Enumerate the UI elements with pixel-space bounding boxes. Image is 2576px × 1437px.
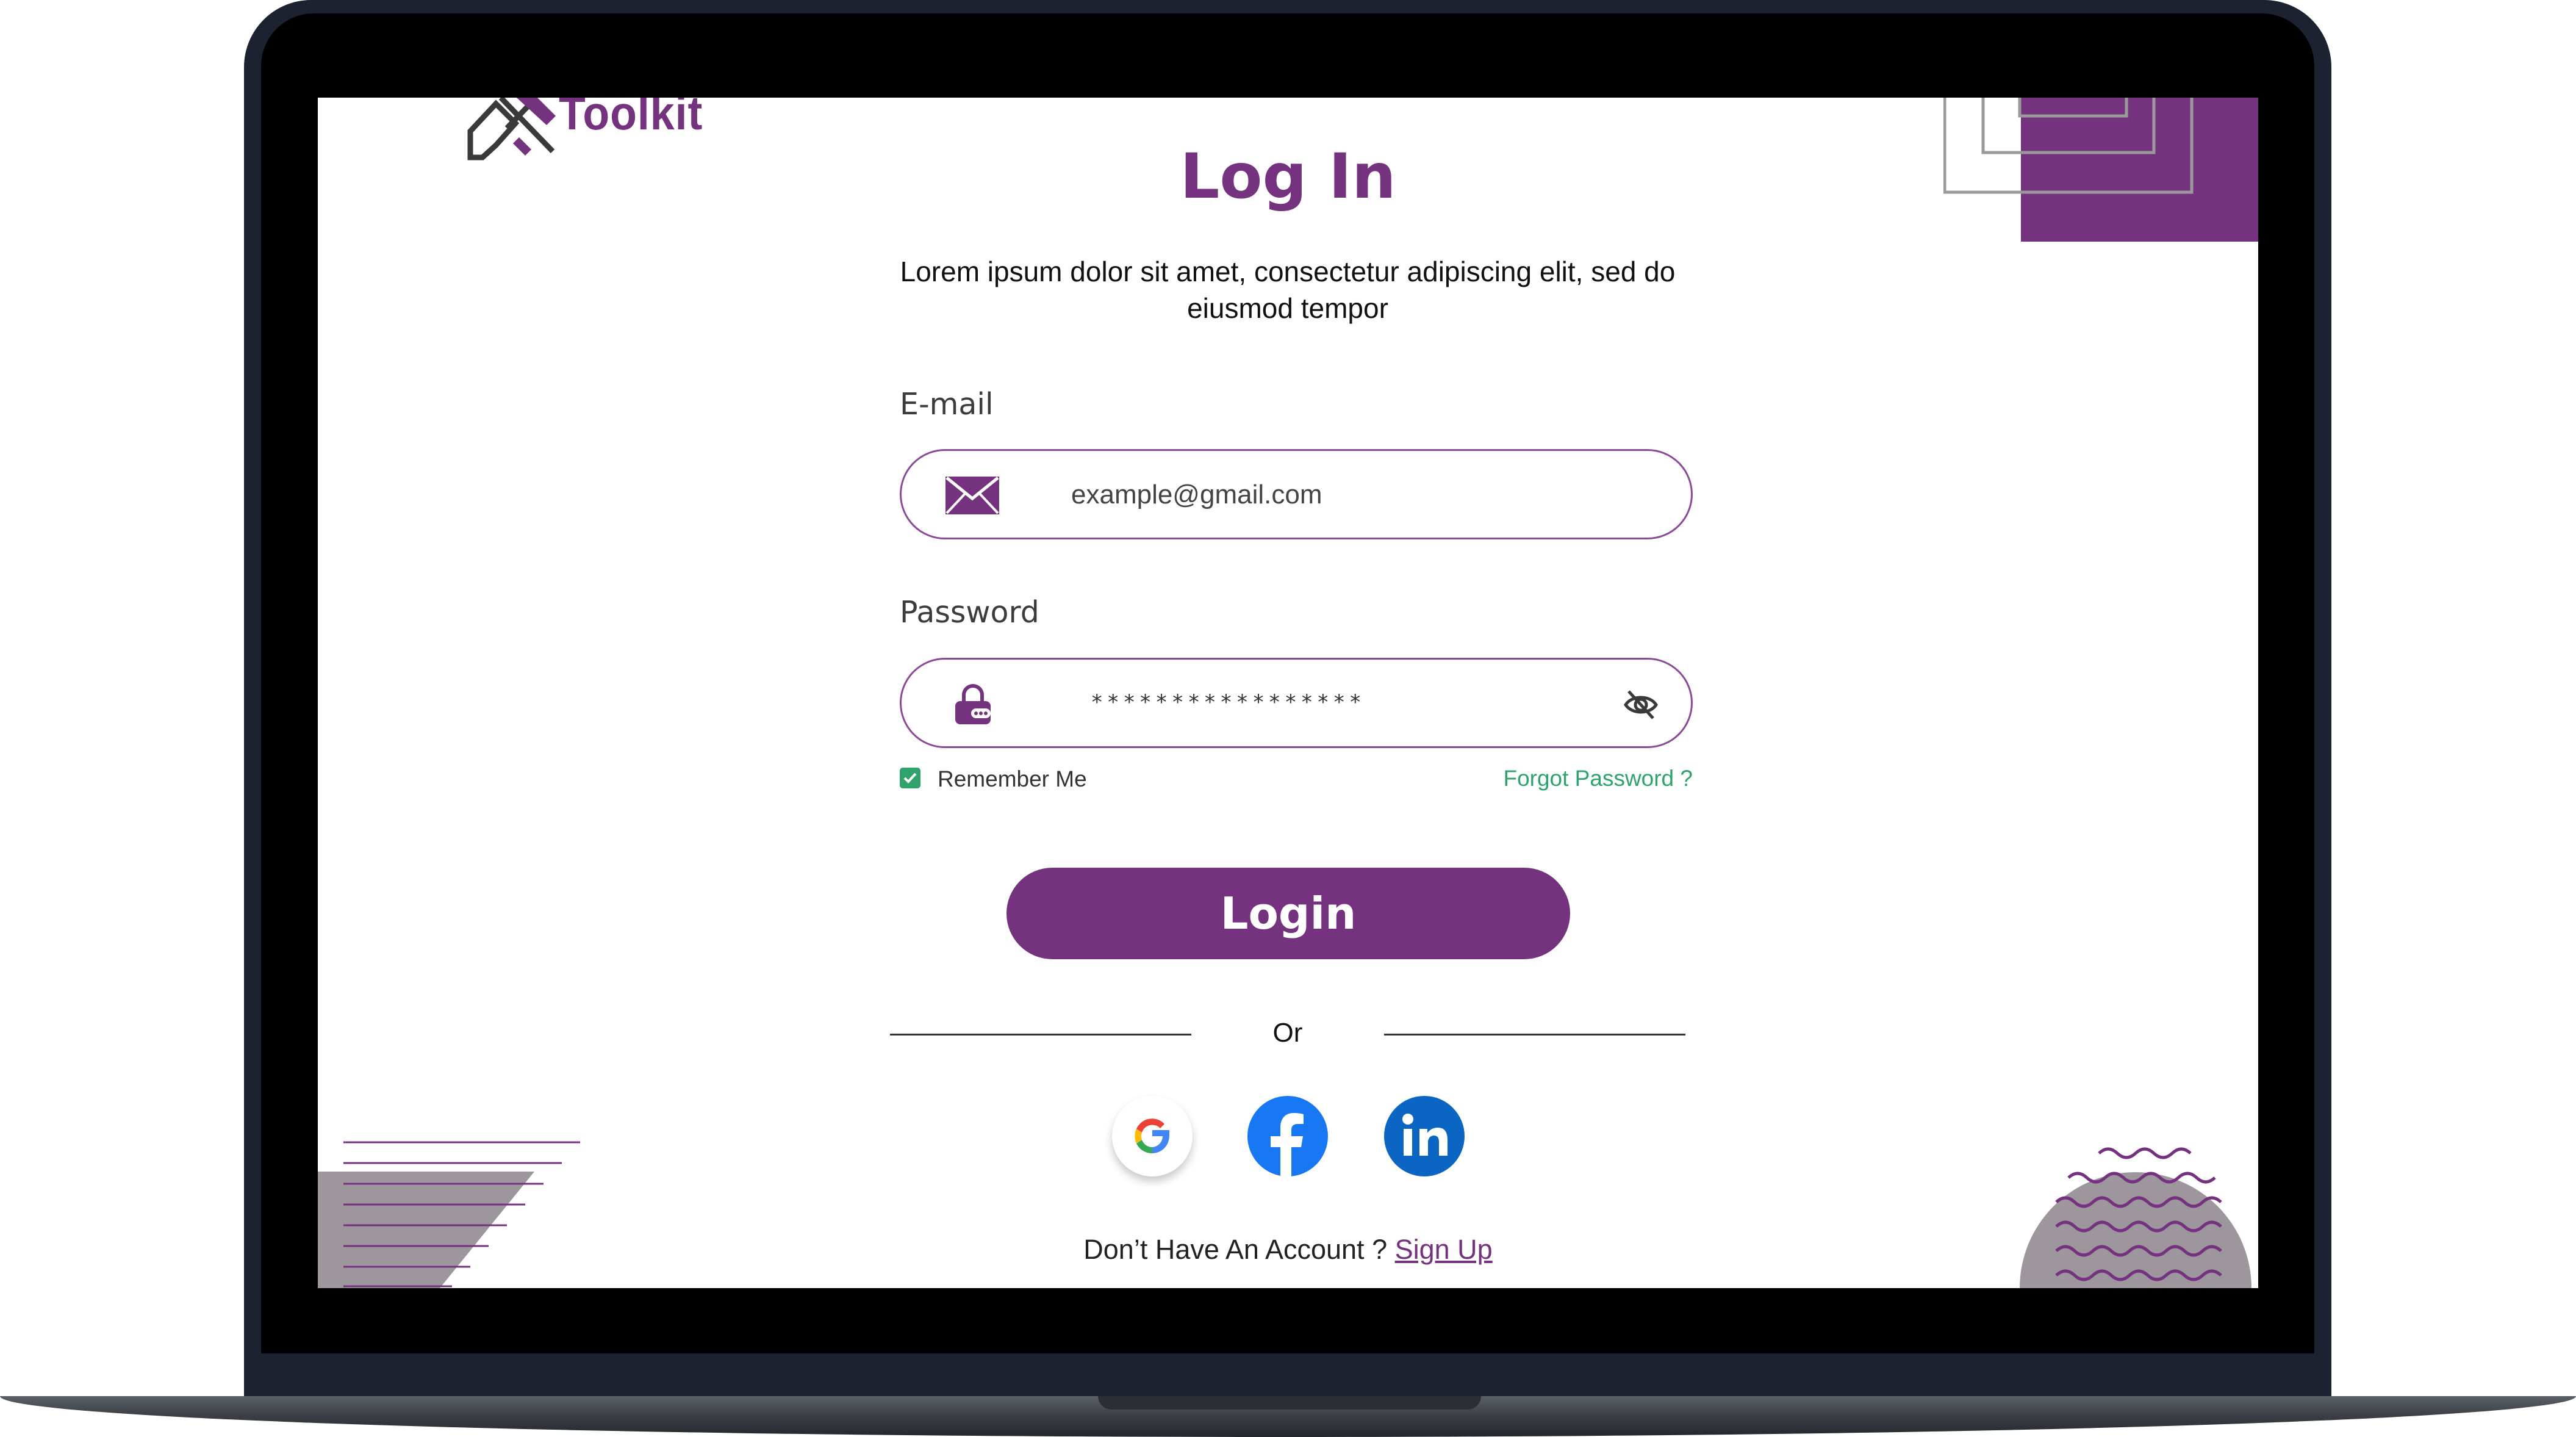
- facebook-icon: [1271, 1113, 1304, 1176]
- email-input[interactable]: [1070, 479, 1621, 511]
- signup-text: Don’t Have An Account ?: [1083, 1234, 1388, 1265]
- email-label: E-mail: [900, 387, 994, 422]
- password-input[interactable]: *****************: [1091, 690, 1640, 715]
- page-subtitle: Lorem ipsum dolor sit amet, consectetur …: [900, 256, 1676, 324]
- login-screen: Toolkit Log In Lorem ipsum dolor sit ame…: [318, 98, 2258, 1288]
- envelope-icon: [945, 477, 999, 514]
- divider-right: [1384, 1034, 1685, 1035]
- laptop-chin: [261, 1353, 2314, 1397]
- linkedin-icon: [1402, 1114, 1448, 1156]
- signup-prompt: Don’t Have An Account ? Sign Up: [318, 1234, 2258, 1266]
- lock-icon: [955, 684, 991, 724]
- google-login-button[interactable]: [1112, 1096, 1193, 1176]
- password-label: Password: [900, 595, 1039, 630]
- facebook-login-button[interactable]: [1247, 1096, 1328, 1176]
- divider-left: [890, 1034, 1191, 1035]
- password-field[interactable]: *****************: [900, 658, 1693, 748]
- remember-label: Remember Me: [938, 766, 1087, 791]
- bottom-right-decoration: [2020, 1147, 2251, 1288]
- eye-off-icon[interactable]: [1623, 688, 1659, 722]
- check-icon: [903, 773, 917, 783]
- login-button[interactable]: Login: [1006, 868, 1570, 959]
- brand-name: Toolkit: [559, 98, 703, 140]
- page-title: Log In: [1180, 140, 1396, 213]
- laptop-notch: [1098, 1396, 1481, 1410]
- bottom-left-decoration: [318, 1141, 580, 1288]
- signup-link[interactable]: Sign Up: [1395, 1234, 1493, 1265]
- divider-text: Or: [1272, 1018, 1303, 1048]
- remember-checkbox[interactable]: [900, 768, 920, 788]
- linkedin-login-button[interactable]: [1384, 1096, 1465, 1176]
- email-field[interactable]: [900, 449, 1693, 539]
- forgot-password-link[interactable]: Forgot Password ?: [1503, 766, 1693, 791]
- google-icon: [1135, 1118, 1169, 1154]
